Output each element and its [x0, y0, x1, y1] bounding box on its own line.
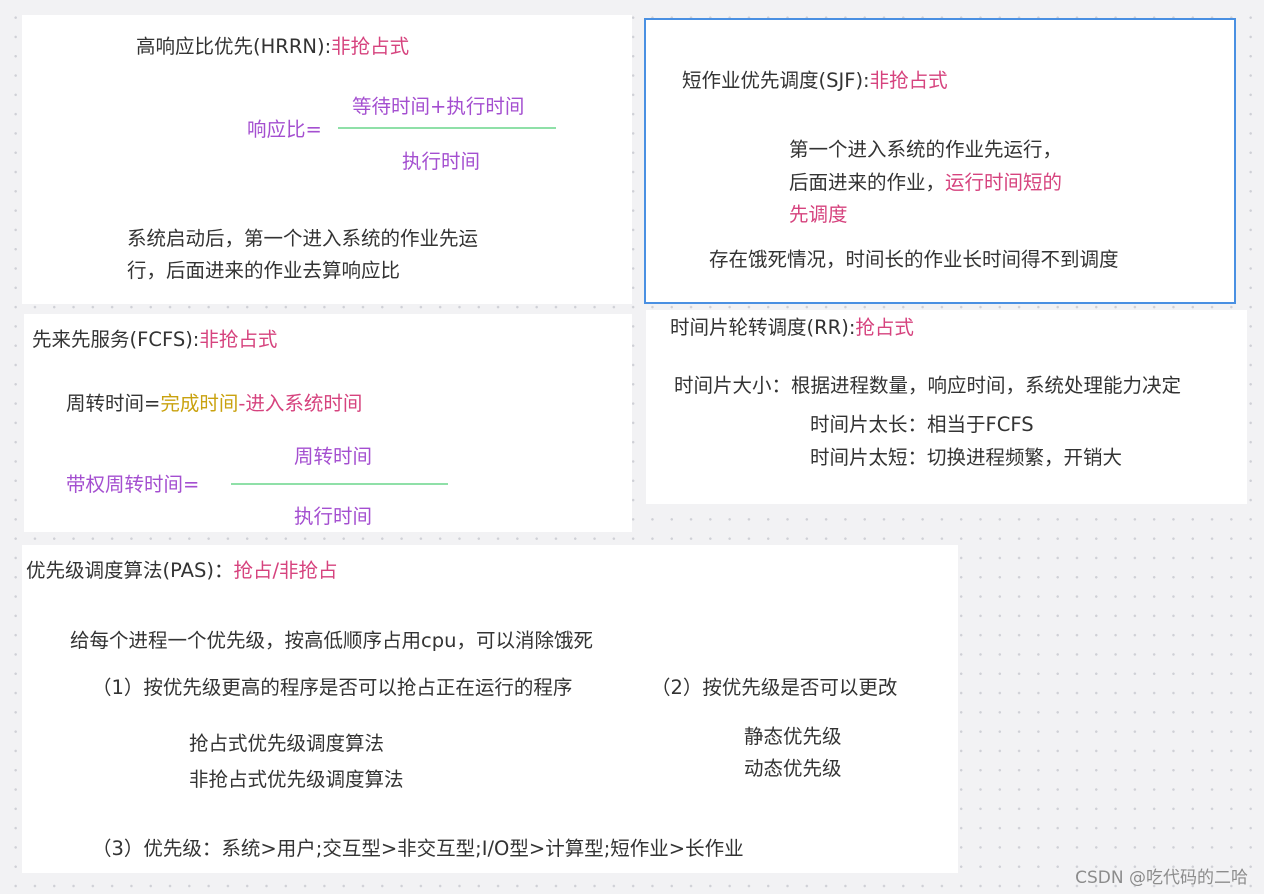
pas-item3: （3）优先级：系统>用户;交互型>非交互型;I/O型>计算型;短作业>长作业 [92, 837, 744, 860]
sjf-mode: 非抢占式 [869, 69, 948, 92]
fcfs-mode: 非抢占式 [199, 328, 278, 351]
sjf-highlight: 运行时间短的 [945, 171, 1063, 194]
rr-card[interactable]: 时间片轮转调度(RR):抢占式 时间片大小：根据进程数量，响应时间，系统处理能力… [646, 310, 1247, 504]
fcfs-denominator: 执行时间 [294, 505, 373, 528]
rr-size-line: 时间片大小：根据进程数量，响应时间，系统处理能力决定 [674, 374, 1182, 397]
pas-item1-b: 非抢占式优先级调度算法 [189, 768, 404, 791]
fcfs-turnaround: 周转时间=完成时间-进入系统时间 [66, 392, 363, 415]
fcfs-title: 先来先服务(FCFS):非抢占式 [32, 328, 278, 351]
csdn-watermark: CSDN @吃代码的二哈 [1075, 868, 1248, 888]
hrrn-numerator: 等待时间+执行时间 [352, 95, 525, 118]
sjf-note: 存在饿死情况，时间长的作业长时间得不到调度 [709, 248, 1119, 271]
rr-too-short: 时间片太短：切换进程频繁，开销大 [810, 446, 1123, 469]
pas-mode: 抢占/非抢占 [233, 559, 338, 582]
pas-item2-b: 动态优先级 [744, 757, 842, 780]
hrrn-denominator: 执行时间 [402, 150, 481, 173]
fcfs-weighted-label: 带权周转时间= [66, 473, 200, 496]
pas-item1: （1）按优先级更高的程序是否可以抢占正在运行的程序 [92, 676, 573, 699]
sjf-line2: 后面进来的作业，运行时间短的 [789, 171, 1063, 194]
pas-item1-a: 抢占式优先级调度算法 [189, 732, 385, 755]
hrrn-desc-line2: 行，后面进来的作业去算响应比 [127, 259, 401, 282]
hrrn-mode: 非抢占式 [331, 35, 410, 58]
pas-item2: （2）按优先级是否可以更改 [651, 676, 898, 699]
pas-title: 优先级调度算法(PAS)：抢占/非抢占 [26, 559, 338, 582]
sjf-line1: 第一个进入系统的作业先运行， [789, 138, 1063, 161]
pas-intro: 给每个进程一个优先级，按高低顺序占用cpu，可以消除饿死 [70, 629, 593, 652]
pas-card[interactable]: 优先级调度算法(PAS)：抢占/非抢占 给每个进程一个优先级，按高低顺序占用cp… [22, 545, 958, 873]
hrrn-ratio-label: 响应比= [247, 118, 322, 141]
hrrn-fraction-line [338, 127, 556, 129]
hrrn-card[interactable]: 高响应比优先(HRRN):非抢占式 响应比= 等待时间+执行时间 执行时间 系统… [22, 15, 632, 304]
sjf-card[interactable]: 短作业优先调度(SJF):非抢占式 第一个进入系统的作业先运行， 后面进来的作业… [644, 18, 1236, 304]
fcfs-fraction-line [231, 483, 448, 485]
rr-mode: 抢占式 [855, 316, 914, 339]
fcfs-numerator: 周转时间 [294, 445, 373, 468]
hrrn-desc-line1: 系统启动后，第一个进入系统的作业先运 [127, 227, 479, 250]
rr-title: 时间片轮转调度(RR):抢占式 [670, 316, 914, 339]
sjf-line3: 先调度 [789, 203, 848, 226]
fcfs-finish-time: 完成时间 [160, 392, 239, 415]
hrrn-title: 高响应比优先(HRRN):非抢占式 [136, 35, 410, 58]
pas-item2-a: 静态优先级 [744, 725, 842, 748]
rr-too-long: 时间片太长：相当于FCFS [810, 413, 1034, 436]
fcfs-card[interactable]: 先来先服务(FCFS):非抢占式 周转时间=完成时间-进入系统时间 带权周转时间… [24, 314, 632, 532]
sjf-title: 短作业优先调度(SJF):非抢占式 [682, 69, 948, 92]
fcfs-enter-time: -进入系统时间 [238, 392, 363, 415]
